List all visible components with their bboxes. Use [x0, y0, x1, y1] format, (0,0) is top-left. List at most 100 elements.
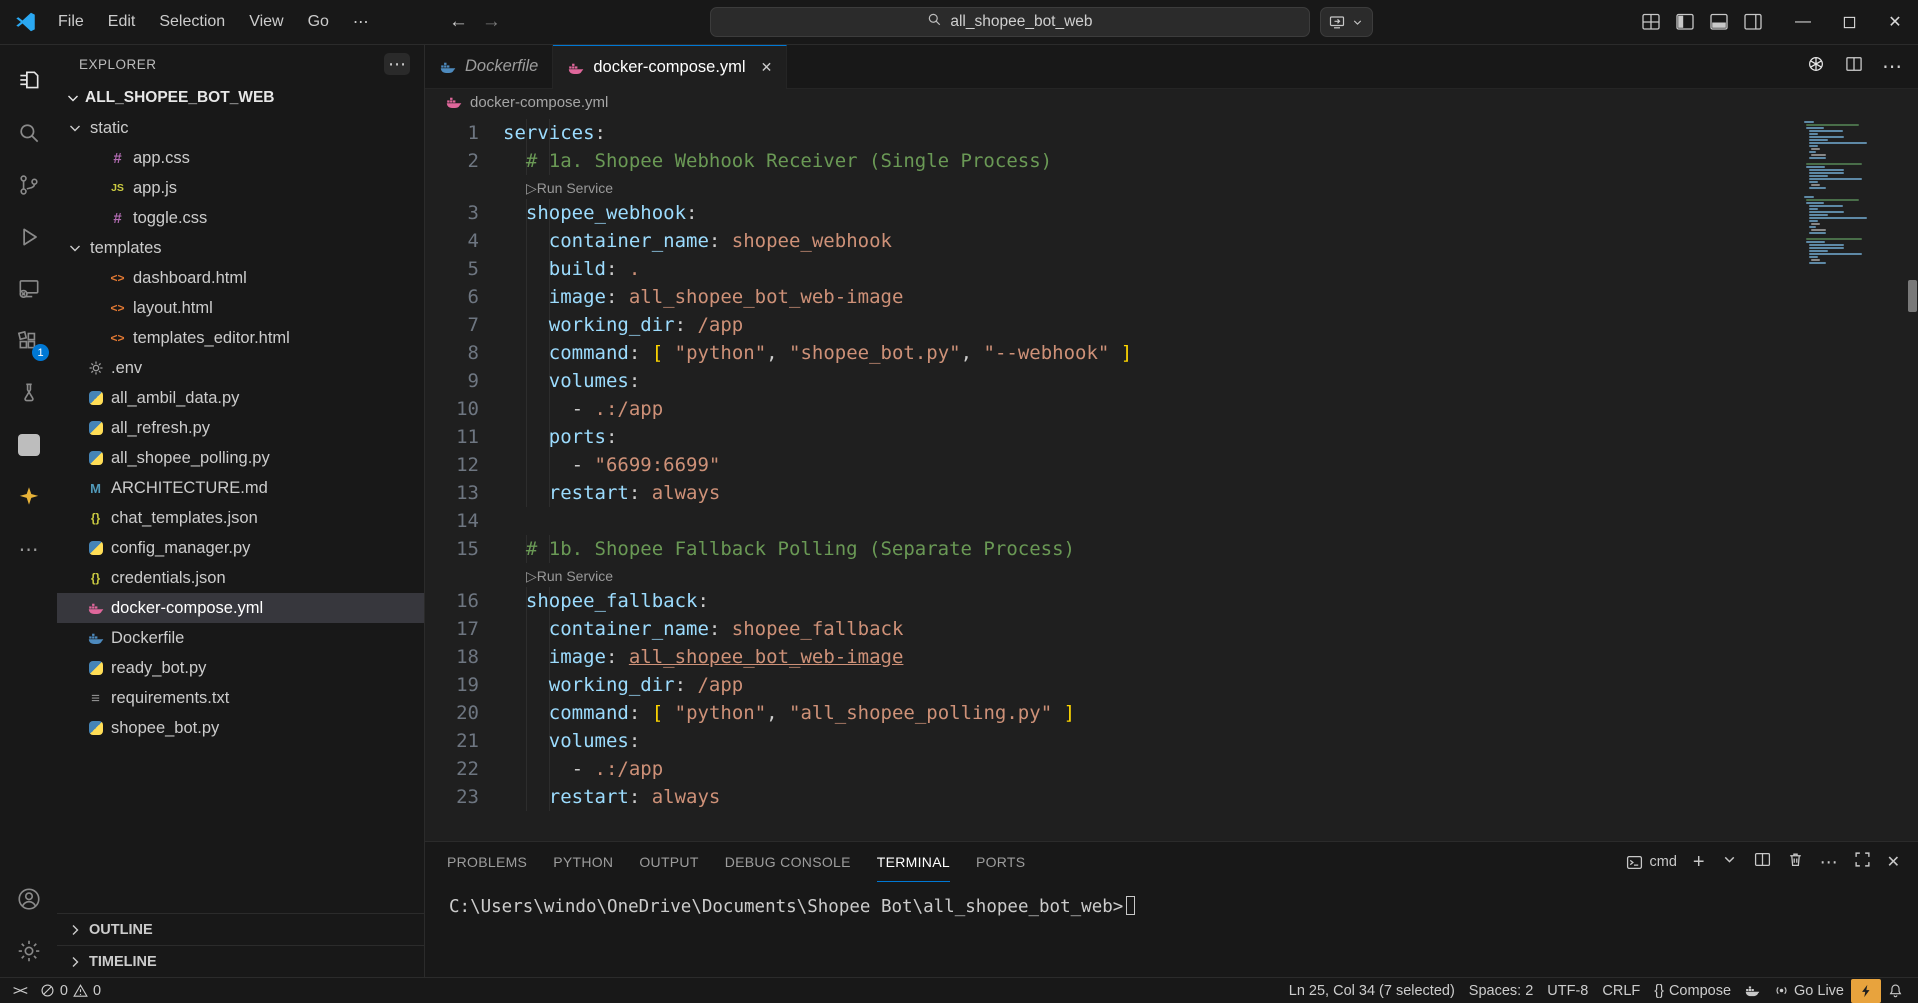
editor-area[interactable]: 1services:2 # 1a. Shopee Webhook Receive…	[425, 115, 1918, 841]
thunder-client-button[interactable]	[1851, 979, 1881, 1003]
tree-item-app-js[interactable]: JSapp.js	[57, 173, 424, 203]
problems-status[interactable]: 0 0	[33, 978, 108, 1003]
tree-item-credentials-json[interactable]: {}credentials.json	[57, 563, 424, 593]
close-window-button[interactable]: ✕	[1872, 0, 1918, 45]
chevron-right-icon	[67, 954, 83, 970]
explorer-icon[interactable]	[0, 55, 57, 107]
file-label: credentials.json	[111, 569, 226, 588]
panel-more-actions-icon[interactable]: ⋯	[1820, 852, 1838, 873]
sparkle-extension-icon[interactable]	[0, 471, 57, 523]
testing-icon[interactable]	[0, 367, 57, 419]
minimap[interactable]	[1804, 121, 1908, 265]
titlebar-secondary-control[interactable]	[1320, 7, 1373, 37]
workspace-root-folder[interactable]: ALL_SHOPEE_BOT_WEB	[57, 83, 424, 113]
language-mode[interactable]: {} Compose	[1647, 978, 1738, 1003]
toggle-panel-icon[interactable]	[1710, 13, 1728, 31]
tree-item-all-ambil-data-py[interactable]: all_ambil_data.py	[57, 383, 424, 413]
tree-item-env[interactable]: .env	[57, 353, 424, 383]
terminal-shell-chip[interactable]: cmd	[1626, 854, 1677, 871]
editor-tab-bar: Dockerfiledocker-compose.yml✕ ⋯	[425, 45, 1918, 89]
notifications-bell-icon[interactable]	[1881, 978, 1910, 1003]
go-live-button[interactable]: Go Live	[1767, 978, 1851, 1003]
back-arrow[interactable]: ←	[449, 11, 468, 33]
tree-item-all-shopee-polling-py[interactable]: all_shopee_polling.py	[57, 443, 424, 473]
line-number: 14	[425, 507, 479, 535]
panel-tab-output[interactable]: OUTPUT	[639, 842, 698, 882]
panel-tab-python[interactable]: PYTHON	[553, 842, 613, 882]
breadcrumb[interactable]: docker-compose.yml	[425, 89, 1918, 115]
explorer-more-actions-button[interactable]: ⋯	[384, 53, 410, 75]
panel-tab-debug-console[interactable]: DEBUG CONSOLE	[725, 842, 851, 882]
tree-item-static[interactable]: static	[57, 113, 424, 143]
menu-file[interactable]: File	[48, 9, 94, 35]
gpt-extension-icon[interactable]	[1806, 54, 1826, 79]
tree-item-architecture-md[interactable]: MARCHITECTURE.md	[57, 473, 424, 503]
extension-square-icon[interactable]	[0, 419, 57, 471]
close-icon[interactable]: ✕	[761, 59, 773, 76]
new-terminal-button[interactable]: +	[1693, 851, 1705, 874]
encoding-status[interactable]: UTF-8	[1540, 978, 1595, 1003]
codelens-run-service[interactable]: ▷Run Service	[425, 568, 613, 584]
docker-compose-icon	[87, 600, 104, 616]
forward-arrow[interactable]: →	[482, 11, 501, 33]
account-icon[interactable]	[0, 873, 57, 925]
tree-item-all-refresh-py[interactable]: all_refresh.py	[57, 413, 424, 443]
editor-more-actions-icon[interactable]: ⋯	[1882, 54, 1902, 79]
sidebar-section-timeline[interactable]: TIMELINE	[57, 945, 424, 977]
status-bar: >< 0 0 Ln 25, Col 34 (7 selected) Spaces…	[0, 977, 1918, 1003]
tree-item-toggle-css[interactable]: #toggle.css	[57, 203, 424, 233]
more-activity-icon[interactable]: ⋯	[0, 523, 57, 575]
image-name-link[interactable]: all_shopee_bot_web-image	[629, 646, 904, 668]
tree-item-layout-html[interactable]: <>layout.html	[57, 293, 424, 323]
minimize-button[interactable]: —	[1780, 0, 1826, 45]
close-panel-icon[interactable]: ✕	[1887, 852, 1900, 872]
eol-status[interactable]: CRLF	[1595, 978, 1647, 1003]
tree-item-docker-compose-yml[interactable]: docker-compose.yml	[57, 593, 424, 623]
toggle-primary-sidebar-icon[interactable]	[1676, 13, 1694, 31]
split-terminal-icon[interactable]	[1754, 851, 1771, 873]
sidebar-section-outline[interactable]: OUTLINE	[57, 913, 424, 945]
kill-terminal-icon[interactable]	[1787, 851, 1804, 873]
terminal-content[interactable]: C:\Users\windo\OneDrive\Documents\Shopee…	[425, 882, 1918, 977]
tree-item-dockerfile[interactable]: Dockerfile	[57, 623, 424, 653]
docker-status-icon[interactable]	[1738, 978, 1767, 1003]
remote-explorer-icon[interactable]	[0, 263, 57, 315]
tree-item-ready-bot-py[interactable]: ready_bot.py	[57, 653, 424, 683]
panel-tab-ports[interactable]: PORTS	[976, 842, 1025, 882]
customize-layout-icon[interactable]	[1642, 13, 1660, 31]
tree-item-dashboard-html[interactable]: <>dashboard.html	[57, 263, 424, 293]
cursor-position[interactable]: Ln 25, Col 34 (7 selected)	[1282, 978, 1462, 1003]
tree-item-shopee-bot-py[interactable]: shopee_bot.py	[57, 713, 424, 743]
extensions-icon[interactable]: 1	[0, 315, 57, 367]
menu-view[interactable]: View	[239, 9, 293, 35]
codelens-run-service[interactable]: ▷Run Service	[425, 180, 613, 196]
menu-selection[interactable]: Selection	[149, 9, 235, 35]
tree-item-requirements-txt[interactable]: ≡requirements.txt	[57, 683, 424, 713]
run-debug-icon[interactable]	[0, 211, 57, 263]
command-center-search[interactable]: all_shopee_bot_web	[710, 7, 1310, 37]
menu-more[interactable]: ⋯	[343, 8, 379, 36]
maximize-button[interactable]	[1826, 0, 1872, 45]
tab-dockerfile[interactable]: Dockerfile	[425, 45, 553, 88]
indentation-status[interactable]: Spaces: 2	[1462, 978, 1541, 1003]
source-control-icon[interactable]	[0, 159, 57, 211]
settings-gear-icon[interactable]	[0, 925, 57, 977]
maximize-panel-icon[interactable]	[1854, 851, 1871, 873]
panel-tab-problems[interactable]: PROBLEMS	[447, 842, 527, 882]
menu-go[interactable]: Go	[298, 9, 339, 35]
toggle-secondary-sidebar-icon[interactable]	[1744, 13, 1762, 31]
editor-scrollbar-thumb[interactable]	[1908, 280, 1917, 312]
menu-edit[interactable]: Edit	[98, 9, 146, 35]
tree-item-templates-editor-html[interactable]: <>templates_editor.html	[57, 323, 424, 353]
tree-item-templates[interactable]: templates	[57, 233, 424, 263]
search-text: all_shopee_bot_web	[950, 13, 1092, 31]
tree-item-config-manager-py[interactable]: config_manager.py	[57, 533, 424, 563]
search-activity-icon[interactable]	[0, 107, 57, 159]
terminal-dropdown-icon[interactable]	[1721, 851, 1738, 873]
panel-tab-terminal[interactable]: TERMINAL	[877, 842, 950, 882]
remote-indicator[interactable]: ><	[6, 978, 33, 1003]
tree-item-chat-templates-json[interactable]: {}chat_templates.json	[57, 503, 424, 533]
split-editor-icon[interactable]	[1844, 54, 1864, 79]
tab-docker-compose-yml[interactable]: docker-compose.yml✕	[553, 45, 787, 89]
tree-item-app-css[interactable]: #app.css	[57, 143, 424, 173]
